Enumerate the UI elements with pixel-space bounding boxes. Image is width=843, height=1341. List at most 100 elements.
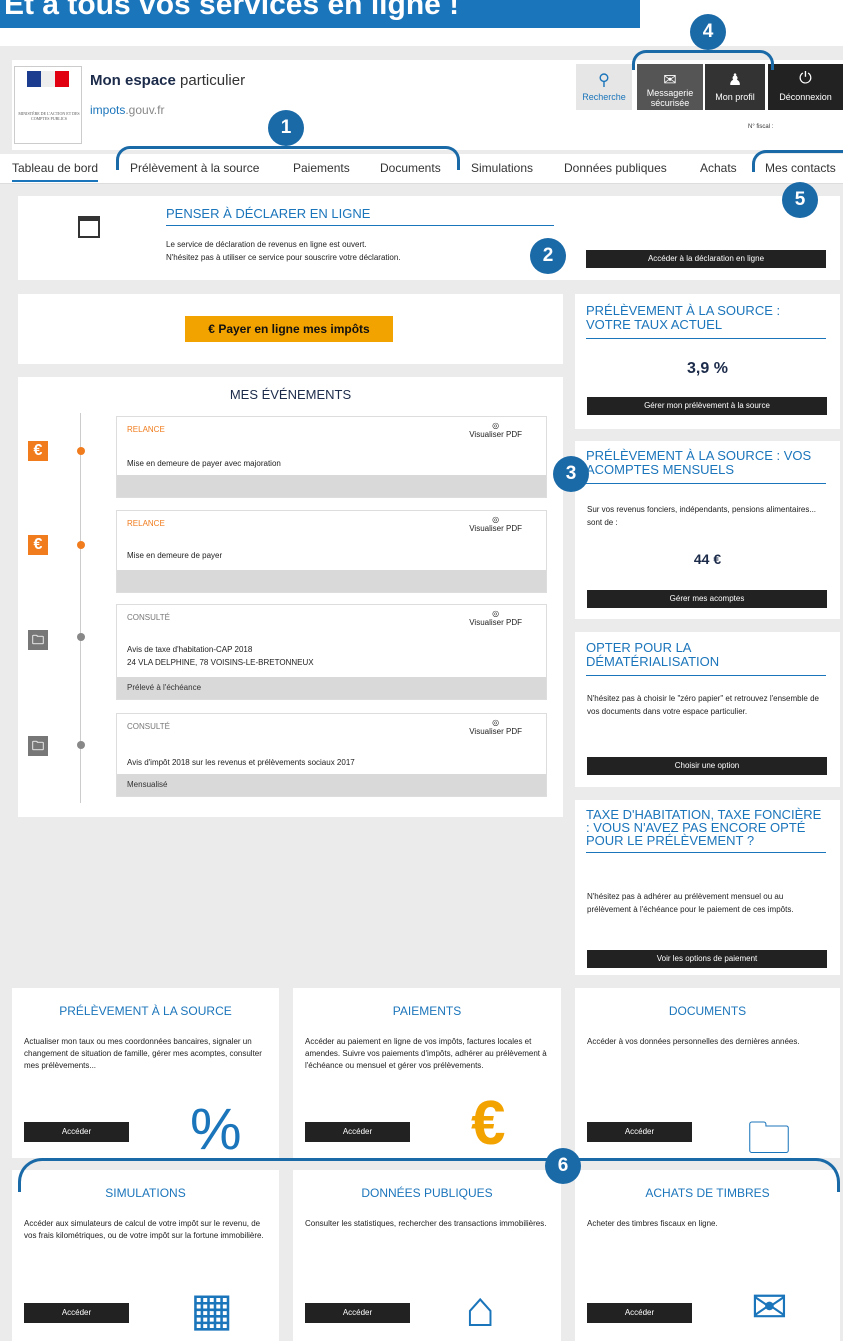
event-item[interactable]: RELANCE ◎ Visualiser PDF Mise en demeure … (116, 510, 547, 593)
timeline-dot (77, 633, 85, 641)
eye-icon: ◎ (492, 609, 500, 618)
event-status: RELANCE (127, 519, 165, 528)
brand-rest: particulier (175, 72, 246, 89)
event-footer (117, 475, 546, 497)
card-simulations: SIMULATIONS Accéder aux simulateurs de c… (12, 1170, 279, 1341)
card-desc: Consulter les statistiques, rechercher d… (305, 1219, 547, 1228)
marianne-logo[interactable]: MINISTÈRE DE L'ACTION ET DES COMPTES PUB… (14, 66, 82, 144)
taxe-button[interactable]: Voir les options de paiement (587, 950, 827, 968)
acomptes-value: 44 € (693, 551, 722, 567)
pdf-label: Visualiser PDF (469, 727, 522, 736)
pdf-label: Visualiser PDF (469, 524, 522, 533)
tab-tableau-de-bord[interactable]: Tableau de bord (12, 161, 99, 182)
timeline-dot (77, 741, 85, 749)
card-title: PRÉLÈVEMENT À LA SOURCE (59, 1004, 232, 1018)
rate-title: PRÉLÈVEMENT À LA SOURCE : VOTRE TAUX ACT… (586, 304, 826, 339)
event-footer: Prélevé à l'échéance (117, 677, 546, 699)
eye-icon: ◎ (492, 421, 500, 430)
calendar-icon (78, 216, 100, 238)
pay-label: Payer en ligne mes impôts (218, 322, 370, 336)
tab-simulations[interactable]: Simulations (471, 161, 533, 175)
demat-button[interactable]: Choisir une option (587, 757, 827, 775)
annotation-badge-4: 4 (690, 14, 726, 50)
declare-button[interactable]: Accéder à la déclaration en ligne (586, 250, 826, 268)
logout-label: Déconnexion (779, 92, 832, 102)
demat-card: OPTER POUR LA DÉMATÉRIALISATION N'hésite… (575, 632, 840, 787)
events-title: MES ÉVÉNEMENTS (229, 387, 352, 402)
acomptes-desc: Sur vos revenus fonciers, indépendants, … (587, 505, 817, 527)
event-footer: Mensualisé (117, 774, 546, 796)
mail-icon: ✉ (663, 72, 677, 89)
card-title: PAIEMENTS (392, 1004, 462, 1018)
timeline-dot (77, 447, 85, 455)
fiscal-number: N° fiscal : (748, 124, 774, 130)
event-footer (117, 570, 546, 592)
event-status: RELANCE (127, 425, 165, 434)
event-text: Avis de taxe d'habitation-CAP 2018 (127, 645, 253, 654)
house-icon: ⌂ (465, 1281, 496, 1337)
view-pdf-link[interactable]: ◎ Visualiser PDF (469, 421, 522, 439)
euro-icon: € (471, 1089, 506, 1158)
site-suffix: .gouv.fr (125, 103, 165, 117)
declare-line2: N'hésitez pas à utiliser ce service pour… (166, 253, 401, 262)
event-item[interactable]: CONSULTÉ ◎ Visualiser PDF Avis d'impôt 20… (116, 713, 547, 797)
rate-button[interactable]: Gérer mon prélèvement à la source (587, 397, 827, 415)
event-status: CONSULTÉ (127, 722, 170, 731)
profile-button[interactable]: ♟ Mon profil (705, 64, 765, 110)
tab-donnees-publiques[interactable]: Données publiques (564, 161, 667, 175)
site-logo[interactable]: impots.gouv.fr (90, 103, 164, 117)
event-text: Mise en demeure de payer (127, 551, 223, 560)
rate-value: 3,9 % (687, 360, 728, 377)
annotation-arc-6 (18, 1158, 840, 1192)
search-label: Recherche (582, 92, 626, 102)
demat-desc: N'hésitez pas à choisir le "zéro papier"… (587, 694, 819, 716)
flag-icon (27, 71, 69, 87)
mail-label: Messagerie sécurisée (646, 88, 694, 108)
view-pdf-link[interactable]: ◎ Visualiser PDF (469, 609, 522, 627)
pay-online-button[interactable]: € Payer en ligne mes impôts (185, 316, 393, 342)
logout-button[interactable]: ⏻ Déconnexion (768, 64, 843, 110)
euro-icon: € (208, 322, 215, 336)
access-button[interactable]: Accéder (24, 1303, 129, 1323)
eye-icon: ◎ (492, 515, 500, 524)
percent-icon: % (190, 1097, 242, 1162)
acomptes-title: PRÉLÈVEMENT À LA SOURCE : VOS ACOMPTES M… (586, 449, 826, 484)
event-text: Avis d'impôt 2018 sur les revenus et pré… (127, 758, 355, 767)
access-button[interactable]: Accéder (587, 1122, 692, 1142)
declare-card: PENSER À DÉCLARER EN LIGNE Le service de… (18, 196, 840, 280)
event-item[interactable]: CONSULTÉ ◎ Visualiser PDF Avis de taxe d'… (116, 604, 547, 700)
access-button[interactable]: Accéder (305, 1122, 410, 1142)
access-button[interactable]: Accéder (587, 1303, 692, 1323)
demat-title: OPTER POUR LA DÉMATÉRIALISATION (586, 641, 826, 676)
card-desc: Acheter des timbres fiscaux en ligne. (587, 1219, 718, 1228)
card-achats-timbres: ACHATS DE TIMBRES Acheter des timbres fi… (575, 1170, 840, 1341)
view-pdf-link[interactable]: ◎ Visualiser PDF (469, 515, 522, 533)
access-button[interactable]: Accéder (24, 1122, 129, 1142)
card-paiements: PAIEMENTS Accéder au paiement en ligne d… (293, 988, 561, 1158)
taxe-card: TAXE D'HABITATION, TAXE FONCIÈRE : VOUS … (575, 800, 840, 975)
card-prelevement: PRÉLÈVEMENT À LA SOURCE Actualiser mon t… (12, 988, 279, 1162)
annotation-badge-1: 1 (268, 110, 304, 146)
annotation-badge-2: 2 (530, 238, 566, 274)
search-button[interactable]: ⚲ Recherche (576, 64, 632, 110)
brand-title[interactable]: Mon espace particulier (90, 72, 245, 89)
search-icon: ⚲ (598, 72, 610, 89)
secure-mail-button[interactable]: ✉ Messagerie sécurisée (637, 64, 703, 110)
taxe-desc: N'hésitez pas à adhérer au prélèvement m… (587, 892, 794, 914)
timeline-dot (77, 541, 85, 549)
tab-achats[interactable]: Achats (700, 161, 737, 175)
acomptes-button[interactable]: Gérer mes acomptes (587, 590, 827, 608)
view-pdf-link[interactable]: ◎ Visualiser PDF (469, 718, 522, 736)
euro-icon: € (28, 535, 48, 555)
declare-line1: Le service de déclaration de revenus en … (166, 240, 367, 249)
calculator-icon: ▦ (190, 1283, 234, 1335)
banner: Et à tous vos services en ligne ! (0, 0, 640, 28)
declare-title: PENSER À DÉCLARER EN LIGNE (166, 206, 554, 226)
acomptes-card: PRÉLÈVEMENT À LA SOURCE : VOS ACOMPTES M… (575, 441, 840, 619)
card-donnees-publiques: DONNÉES PUBLIQUES Consulter les statisti… (293, 1170, 561, 1341)
event-item[interactable]: RELANCE ◎ Visualiser PDF Mise en demeure … (116, 416, 547, 498)
access-button[interactable]: Accéder (305, 1303, 410, 1323)
annotation-badge-5: 5 (782, 182, 818, 218)
pdf-label: Visualiser PDF (469, 618, 522, 627)
pdf-label: Visualiser PDF (469, 430, 522, 439)
